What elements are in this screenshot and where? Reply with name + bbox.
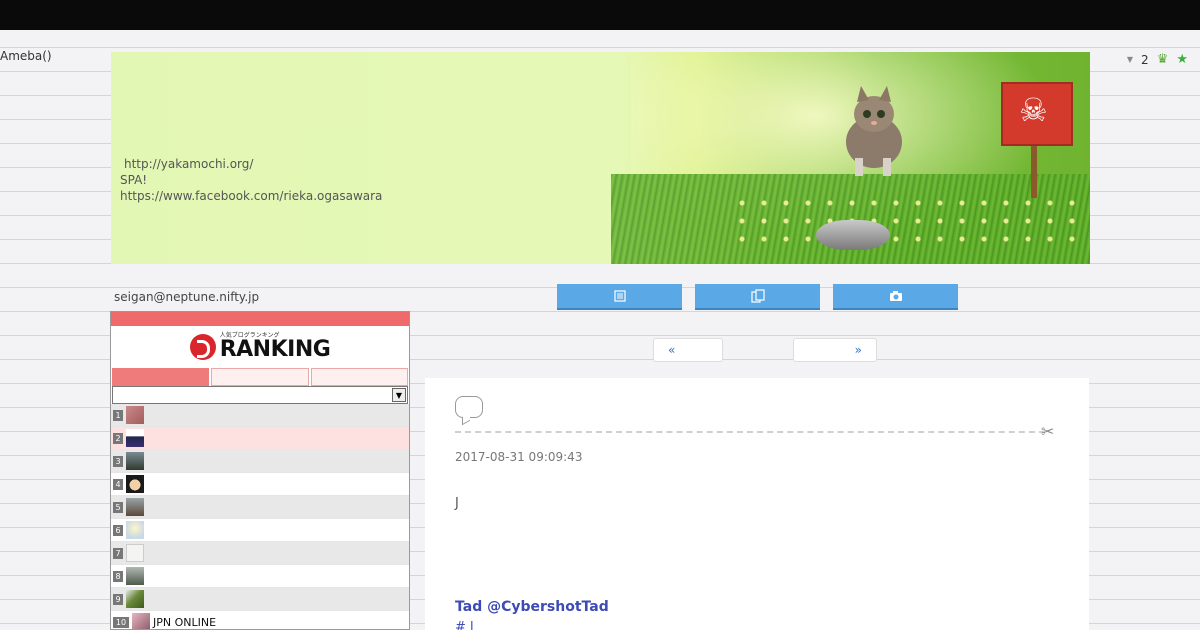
rank-thumbnail	[126, 452, 144, 470]
next-page-label: »	[854, 343, 862, 357]
camera-button[interactable]	[833, 284, 958, 310]
rank-thumbnail	[126, 567, 144, 585]
rank-number: 10	[113, 616, 129, 628]
sign-post	[1031, 146, 1037, 198]
notification-count: 2	[1141, 52, 1149, 67]
ranking-tab-2[interactable]	[211, 368, 309, 386]
copy-icon	[750, 289, 765, 303]
rank-name: JPN ONLINE	[153, 615, 217, 629]
rank-thumbnail	[126, 544, 144, 562]
star-icon[interactable]: ★	[1176, 52, 1188, 67]
top-bar	[0, 0, 1200, 30]
ranking-tab-3[interactable]	[310, 368, 408, 386]
caret-down-icon[interactable]: ▼	[1127, 55, 1133, 64]
post-date: 2017-08-31 09:09:43	[455, 450, 583, 464]
rank-thumbnail	[132, 613, 150, 629]
next-page-button[interactable]: »	[793, 338, 877, 362]
rank-thumbnail	[126, 475, 144, 493]
rank-thumbnail	[126, 406, 144, 424]
contact-email[interactable]: seigan@neptune.nifty.jp	[114, 290, 259, 304]
ranking-category-select[interactable]: ▼	[112, 386, 408, 404]
ranking-row[interactable]: 1	[111, 404, 409, 427]
rank-number: 4	[113, 478, 123, 490]
scissors-icon: ✂	[1041, 422, 1055, 441]
header-url[interactable]: http://yakamochi.org/	[120, 156, 382, 172]
rank-number: 7	[113, 547, 123, 559]
rank-number: 5	[113, 501, 123, 513]
ranking-row[interactable]: 2	[111, 427, 409, 450]
post-hashtag-link[interactable]: # l	[455, 620, 474, 630]
ranking-tab-1[interactable]	[112, 368, 210, 386]
header-info: http://yakamochi.org/ SPA! https://www.f…	[120, 156, 382, 204]
kitten-image	[846, 86, 902, 176]
ranking-row[interactable]: 7	[111, 542, 409, 565]
ranking-row[interactable]: 9	[111, 588, 409, 611]
document-button[interactable]	[557, 284, 682, 310]
ranking-row[interactable]: 8	[111, 565, 409, 588]
ranking-row[interactable]: 6	[111, 519, 409, 542]
rank-number: 6	[113, 524, 123, 536]
crown-icon[interactable]: ♛	[1157, 52, 1169, 67]
ranking-row[interactable]: 10 JPN ONLINE	[111, 611, 409, 629]
camera-icon	[889, 291, 902, 301]
rank-thumbnail	[126, 521, 144, 539]
ranking-widget: 人気ブログランキング RANKING ▼ 1 2 3 4 5 6 7 8 9 1…	[110, 311, 410, 630]
rank-thumbnail	[126, 429, 144, 447]
ranking-logo[interactable]: 人気ブログランキング RANKING	[111, 326, 409, 368]
top-right-status: ▼ 2 ♛ ★	[1127, 52, 1188, 67]
rank-number: 1	[113, 409, 123, 421]
ranking-logo-title: RANKING	[219, 337, 331, 362]
dashed-divider	[455, 431, 1045, 433]
dropdown-arrow-icon[interactable]: ▼	[392, 388, 406, 402]
post-author-link[interactable]: Tad @CybershotTad	[455, 599, 609, 615]
rank-thumbnail	[126, 590, 144, 608]
landmine-image	[816, 220, 890, 250]
rank-number: 3	[113, 455, 123, 467]
ranking-logo-icon	[189, 334, 216, 360]
ameba-link[interactable]: Ameba()	[0, 49, 52, 63]
rank-thumbnail	[126, 498, 144, 516]
ranking-top-bar	[111, 312, 409, 326]
prev-page-label: «	[668, 343, 676, 357]
header-flowers	[731, 194, 1090, 254]
rank-number: 2	[113, 432, 123, 444]
ranking-row[interactable]: 5	[111, 496, 409, 519]
header-line2: SPA!	[120, 173, 148, 187]
ranking-row[interactable]: 3	[111, 450, 409, 473]
skull-icon: ☠	[1019, 91, 1048, 129]
comment-bubble-icon[interactable]	[455, 396, 483, 418]
ranking-row[interactable]: 4	[111, 473, 409, 496]
rank-number: 8	[113, 570, 123, 582]
blog-header-banner[interactable]: ☠ http://yakamochi.org/ SPA! https://www…	[111, 52, 1090, 264]
ranking-tabs	[111, 368, 409, 386]
document-icon	[613, 290, 626, 302]
post-body: J	[455, 496, 459, 511]
blog-post: ✂ 2017-08-31 09:09:43 J Tad @CybershotTa…	[425, 378, 1089, 630]
prev-page-button[interactable]: «	[653, 338, 723, 362]
header-facebook[interactable]: https://www.facebook.com/rieka.ogasawara	[120, 188, 382, 204]
copy-button[interactable]	[695, 284, 820, 310]
rank-number: 9	[113, 593, 123, 605]
